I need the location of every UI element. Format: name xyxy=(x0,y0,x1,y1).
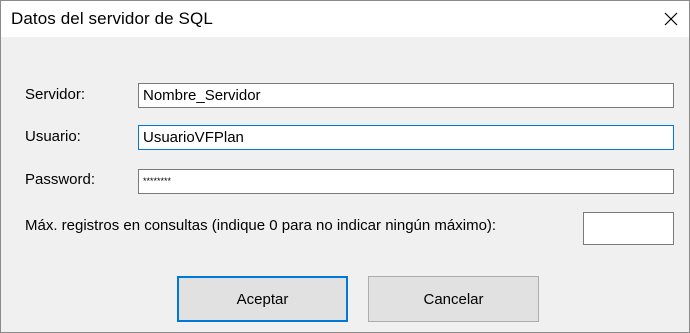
max-registros-field[interactable] xyxy=(583,212,674,245)
accept-button[interactable]: Aceptar xyxy=(177,276,348,322)
usuario-label: Usuario: xyxy=(25,128,81,145)
close-button[interactable] xyxy=(653,1,689,37)
password-field[interactable]: ******** xyxy=(138,169,674,194)
dialog-window: Datos del servidor de SQL Servidor: Nomb… xyxy=(0,0,690,333)
usuario-field[interactable]: UsuarioVFPlan xyxy=(138,125,674,150)
close-icon xyxy=(664,12,678,26)
max-registros-label: Máx. registros en consultas (indique 0 p… xyxy=(25,217,497,234)
servidor-label: Servidor: xyxy=(25,86,86,103)
title-bar[interactable]: Datos del servidor de SQL xyxy=(1,1,689,37)
accept-button-label: Aceptar xyxy=(236,290,289,308)
dialog-body: Servidor: Nombre_Servidor Usuario: Usuar… xyxy=(1,37,689,332)
password-label: Password: xyxy=(25,171,96,188)
window-title: Datos del servidor de SQL xyxy=(11,9,213,28)
servidor-field[interactable]: Nombre_Servidor xyxy=(138,83,674,108)
cancel-button[interactable]: Cancelar xyxy=(368,276,539,322)
cancel-button-label: Cancelar xyxy=(423,290,484,308)
